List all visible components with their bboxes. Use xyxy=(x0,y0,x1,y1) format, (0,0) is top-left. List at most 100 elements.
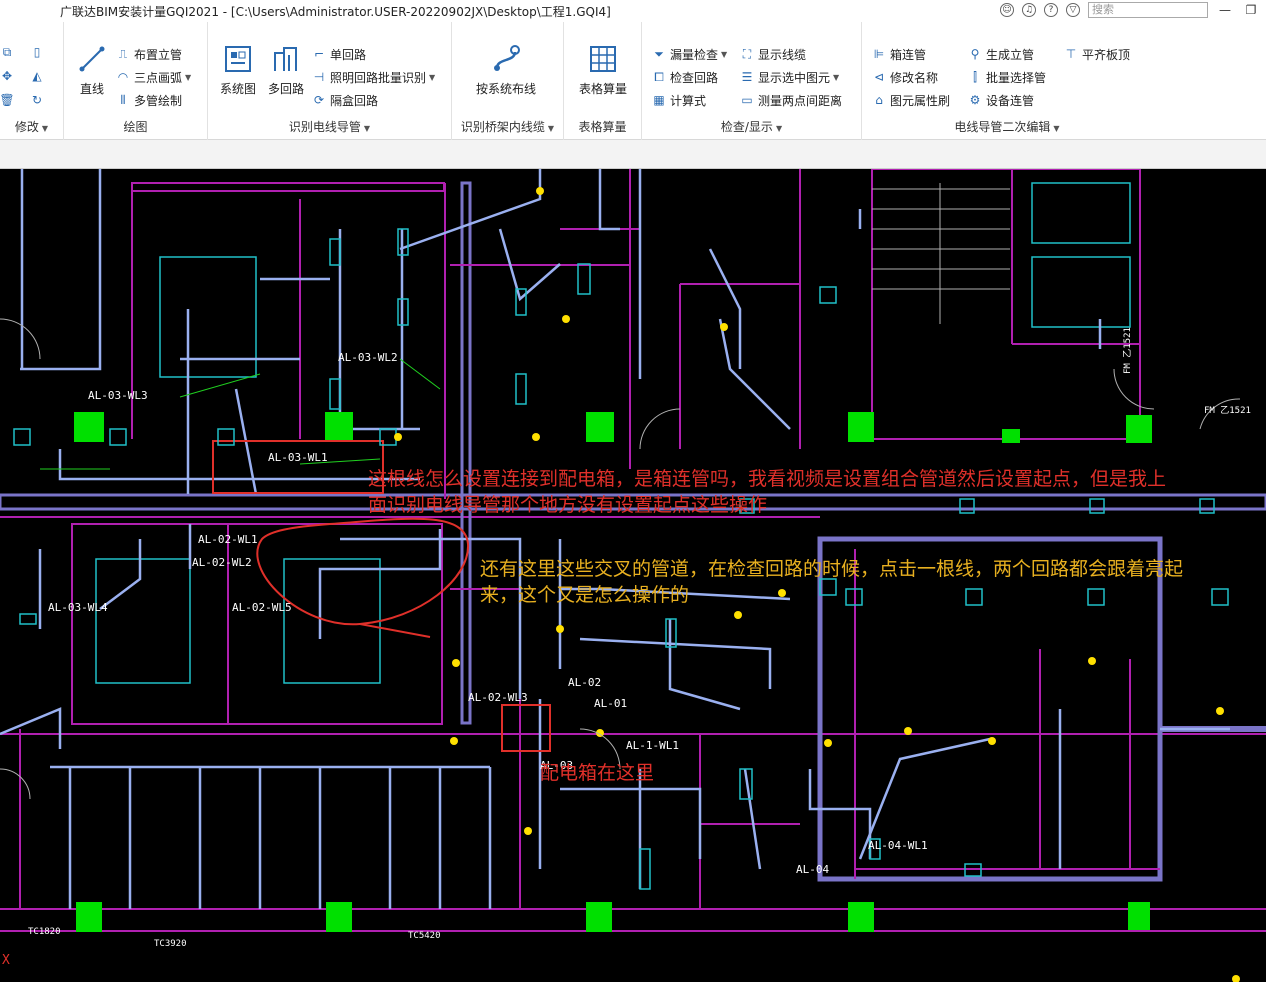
group-label-identify[interactable]: 识别电线导管 ▼ xyxy=(208,118,451,135)
formula-icon: ▦ xyxy=(653,93,665,107)
single-circuit-icon: ⌐ xyxy=(313,47,325,61)
mirror-tool-icon[interactable]: ◭ xyxy=(30,66,48,86)
label-fm1521: FM 乙1521 xyxy=(1204,406,1251,416)
show-selected-icon: ☰ xyxy=(741,70,753,84)
lighting-batch-icon: ⊣ xyxy=(313,70,325,84)
show-wires-icon: ⛶ xyxy=(742,46,752,61)
label-al02wl1: AL-02-WL1 xyxy=(198,533,258,546)
label-al02wl5: AL-02-WL5 xyxy=(232,601,292,614)
label-alwl1: AL-1-WL1 xyxy=(626,739,679,752)
brush-icon: ⌂ xyxy=(875,93,883,107)
label-al04: AL-04 xyxy=(796,863,830,876)
group-label-secondary[interactable]: 电线导管二次编辑 ▼ xyxy=(862,118,1152,135)
group-label-table: 表格算量 xyxy=(578,120,627,134)
minimize-button[interactable]: — xyxy=(1216,3,1234,17)
arrange-riser-button[interactable]: ⎍ 布置立管 xyxy=(116,44,182,64)
by-system-wiring-button[interactable]: 按系统布线 xyxy=(464,44,548,97)
measure-distance-button[interactable]: ▭ 测量两点间距离 xyxy=(740,90,842,110)
help-icon[interactable]: ? xyxy=(1044,3,1058,17)
table-calc-button[interactable]: 表格算量 xyxy=(574,44,632,97)
move-tool-icon[interactable]: ✥ xyxy=(0,66,18,86)
pin-icon[interactable]: ▽ xyxy=(1066,3,1080,17)
cad-canvas[interactable]: AL-03-WL3 AL-03-WL2 AL-03-WL1 AL-02-WL1 … xyxy=(0,169,1266,982)
annotation-question-1-line-2: 面识别电线导管那个地方没有设置起点这些操作 xyxy=(368,494,768,516)
flush-top-icon: ⊤ xyxy=(1065,47,1077,61)
title-bar: 广联达BIM安装计量GQI2021 - [C:\Users\Administra… xyxy=(0,0,1266,22)
user-icon[interactable]: ☺ xyxy=(1000,3,1014,17)
group-label-draw: 绘图 xyxy=(123,120,148,134)
group-identify: 系统图 多回路 ⌐ 单回路 ⊣ 照明回路批量识别 ▼ ⟳ 隔盒回路 识别电线导管 ▼ xyxy=(208,22,452,140)
batch-select-button[interactable]: ⫿ 批量选择管 xyxy=(968,67,1046,87)
lighting-batch-button[interactable]: ⊣ 照明回路批量识别 ▼ xyxy=(312,67,435,87)
flush-top-button[interactable]: ⊤ 平齐板顶 xyxy=(1064,44,1130,64)
app-window: 广联达BIM安装计量GQI2021 - [C:\Users\Administra… xyxy=(0,0,1266,982)
label-al03wl2: AL-03-WL2 xyxy=(338,351,398,364)
three-point-arc-button[interactable]: ◠ 三点画弧 ▼ xyxy=(116,67,191,87)
rename-button[interactable]: ⊲ 修改名称 xyxy=(872,67,938,87)
annotation-question-2-line-2: 来，这个又是怎么操作的 xyxy=(480,584,690,606)
box-circuit-icon: ⟳ xyxy=(313,93,325,107)
wiring-icon xyxy=(491,44,521,74)
system-diagram-icon xyxy=(223,44,253,74)
group-label-modify[interactable]: 修改 ▼ xyxy=(0,118,63,135)
file-tool-icon[interactable]: ▯ xyxy=(30,42,48,62)
label-tc5420: TC5420 xyxy=(408,931,441,941)
device-pipe-icon: ⚙ xyxy=(969,93,981,107)
label-al01: AL-01 xyxy=(594,697,628,710)
label-fm1521-vertical: FM 乙1521 xyxy=(1123,327,1133,374)
multi-circuit-icon xyxy=(271,44,301,74)
group-draw: 直线 ⎍ 布置立管 ◠ 三点画弧 ▼ ⫴ 多管绘制 绘图 xyxy=(64,22,208,140)
label-al03wl3: AL-03-WL3 xyxy=(88,389,148,402)
show-selected-button[interactable]: ☰ 显示选中图元 ▼ xyxy=(740,67,840,87)
label-al02: AL-02 xyxy=(568,676,602,689)
annotation-question-1-line-1: 这根线怎么设置连接到配电箱，是箱连管吗，我看视频是设置组合管道然后设置起点，但是… xyxy=(368,468,1167,490)
line-button[interactable]: 直线 xyxy=(70,44,114,97)
multi-circuit-button[interactable]: 多回路 xyxy=(264,44,308,97)
headset-icon[interactable]: ♫ xyxy=(1022,3,1036,17)
check-circuit-icon: ⧠ xyxy=(654,69,664,84)
gen-riser-button[interactable]: ⚲ 生成立管 xyxy=(968,44,1034,64)
batch-select-icon: ⫿ xyxy=(973,69,977,84)
group-secondary-edit: ⊫ 箱连管 ⊲ 修改名称 ⌂ 图元属性刷 ⚲ 生成立管 ⫿ 批量选择管 ⚙ 设备连管 ⊤ 平齐… xyxy=(862,22,1152,140)
annotation-panel-location: 配电箱在这里 xyxy=(540,762,655,784)
rename-icon: ⊲ xyxy=(873,70,885,84)
leak-check-button[interactable]: ⏷ 漏量检查 ▼ xyxy=(652,44,727,64)
label-al03wl1: AL-03-WL1 xyxy=(268,451,328,464)
label-al03wl4: AL-03-WL4 xyxy=(48,601,108,614)
delete-tool-icon[interactable]: 🗑 xyxy=(0,90,18,110)
prop-brush-button[interactable]: ⌂ 图元属性刷 xyxy=(872,90,950,110)
table-icon xyxy=(588,44,618,74)
line-icon xyxy=(77,44,107,74)
single-circuit-button[interactable]: ⌐ 单回路 xyxy=(312,44,366,64)
label-al02wl2: AL-02-WL2 xyxy=(192,556,252,569)
window-title: 广联达BIM安装计量GQI2021 - [C:\Users\Administra… xyxy=(60,5,611,19)
box-pipe-icon: ⊫ xyxy=(873,47,885,61)
annotation-question-2-line-1: 还有这里这些交叉的管道，在检查回路的时候，点击一根线，两个回路都会跟着亮起 xyxy=(480,558,1184,580)
calc-formula-button[interactable]: ▦ 计算式 xyxy=(652,90,706,110)
box-circuit-button[interactable]: ⟳ 隔盒回路 xyxy=(312,90,378,110)
system-diagram-button[interactable]: 系统图 xyxy=(216,44,260,97)
group-table: 表格算量 表格算量 xyxy=(564,22,642,140)
gen-riser-icon: ⚲ xyxy=(970,47,980,61)
group-label-tray[interactable]: 识别桥架内线缆 ▼ xyxy=(452,118,563,135)
toolbar-strip xyxy=(0,140,1266,169)
axis-x-label: X xyxy=(2,953,10,968)
show-wires-button[interactable]: ⛶ 显示线缆 xyxy=(740,44,806,64)
label-al02wl3: AL-02-WL3 xyxy=(468,691,528,704)
multi-pipe-icon: ⫴ xyxy=(120,92,126,107)
copy-tool-icon[interactable]: ⧉ xyxy=(0,42,18,62)
group-modify: ⧉ ▯ ✥ ◭ 🗑 ↻ 修改 ▼ xyxy=(0,22,64,140)
filter-icon: ⏷ xyxy=(654,46,664,61)
label-al04wl1: AL-04-WL1 xyxy=(868,839,928,852)
box-pipe-button[interactable]: ⊫ 箱连管 xyxy=(872,44,926,64)
rotate-tool-icon[interactable]: ↻ xyxy=(30,90,48,110)
multi-pipe-draw-button[interactable]: ⫴ 多管绘制 xyxy=(116,90,182,110)
group-label-check[interactable]: 检查/显示 ▼ xyxy=(642,118,861,135)
arc-icon: ◠ xyxy=(117,70,129,84)
group-check: ⏷ 漏量检查 ▼ ⧠ 检查回路 ▦ 计算式 ⛶ 显示线缆 ☰ 显示选中图元 ▼ ▭ 测量两点间距… xyxy=(642,22,862,140)
device-pipe-button[interactable]: ⚙ 设备连管 xyxy=(968,90,1034,110)
check-circuit-button[interactable]: ⧠ 检查回路 xyxy=(652,67,718,87)
search-input[interactable]: 搜索 xyxy=(1088,2,1208,18)
restore-button[interactable]: ❐ xyxy=(1242,3,1260,17)
ruler-icon: ▭ xyxy=(741,93,753,107)
